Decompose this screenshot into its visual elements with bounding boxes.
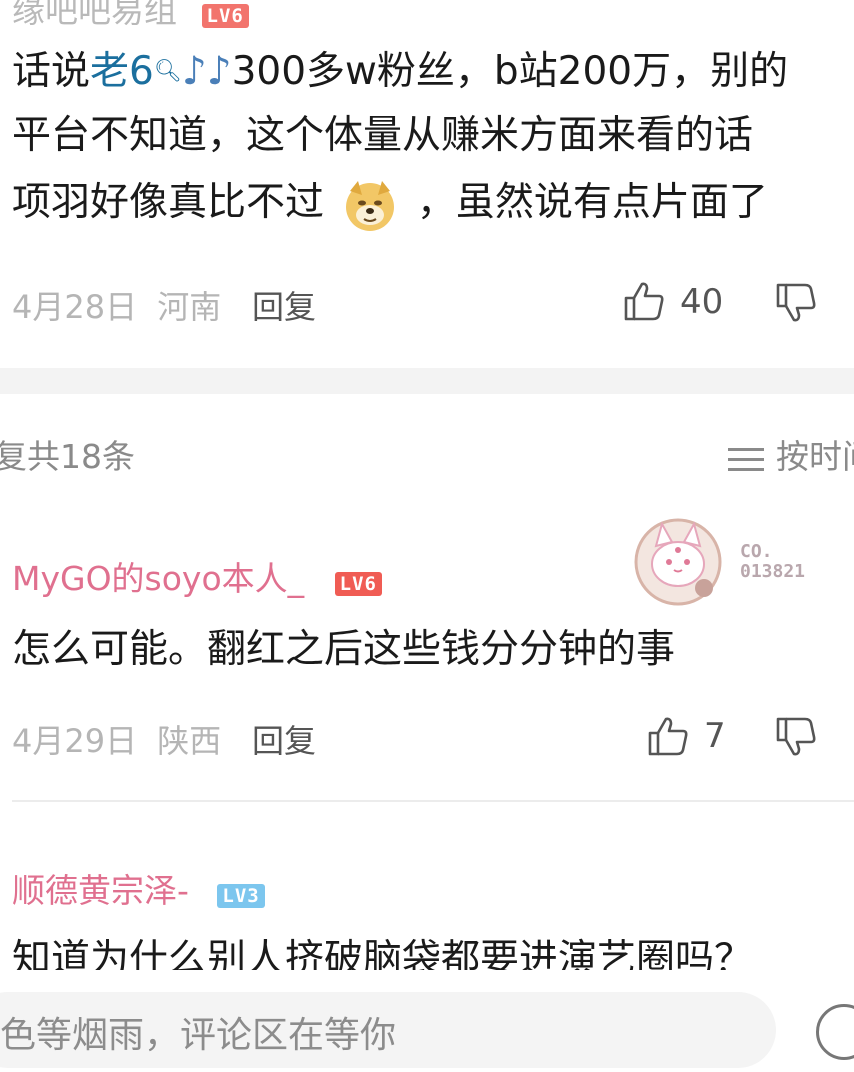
like-icon[interactable] (646, 715, 690, 757)
avatar-frame-icon (634, 518, 722, 606)
level-badge: LV6 (334, 572, 382, 596)
search-icon[interactable]: 🔍︎ (154, 59, 182, 84)
comment-input[interactable]: 色等烟雨，评论区在等你 (0, 992, 776, 1068)
comment-date: 4月28日 (12, 288, 138, 326)
fan-badge[interactable]: CO. 013821 (632, 516, 805, 612)
top-comment-username[interactable]: 缘吧吧易组 LV6 (12, 0, 249, 32)
replies-count: 复共18条 (0, 437, 135, 476)
like-count: 7 (704, 716, 726, 756)
like-icon[interactable] (622, 280, 666, 322)
comment-line-2: 平台不知道，这个体量从赚米方面来看的话 (12, 113, 754, 158)
level-badge: LV3 (217, 884, 265, 908)
music-note-icon: ♪♪ (181, 49, 232, 94)
reply-separator (12, 800, 854, 802)
comment-location: 河南 (157, 288, 222, 326)
section-divider (0, 368, 854, 394)
level-badge: LV6 (201, 4, 249, 28)
sort-lines-icon (728, 444, 766, 474)
sort-toggle[interactable]: 按时间 (728, 430, 854, 478)
comment-line-1: 话说老6🔍︎♪♪300多w粉丝，b站200万，别的 (12, 49, 789, 94)
reply-text: 怎么可能。翻红之后这些钱分分钟的事 (12, 627, 676, 672)
reply-meta: 4月29日 陕西 (12, 716, 221, 762)
comment-line-3: 项羽好像真比不过 ，虽然说有点片面了 (12, 173, 788, 233)
top-comment-meta: 4月28日 河南 (12, 282, 221, 328)
emoji-icon[interactable] (816, 1004, 854, 1060)
reply-button[interactable]: 回复 (252, 716, 316, 762)
comment-input-bar: 色等烟雨，评论区在等你 (0, 970, 854, 1072)
badge-label: CO. 013821 (740, 541, 806, 582)
top-comment-text: 话说老6🔍︎♪♪300多w粉丝，b站200万，别的 平台不知道，这个体量从赚米方… (12, 42, 788, 233)
comment-date: 4月29日 (12, 722, 138, 760)
doge-emoji-icon (342, 177, 398, 233)
comment-location: 陕西 (157, 722, 222, 760)
like-count: 40 (680, 282, 724, 322)
reply-button[interactable]: 回复 (252, 282, 316, 328)
dislike-icon[interactable] (774, 282, 818, 324)
comment-input-placeholder: 色等烟雨，评论区在等你 (0, 1015, 397, 1056)
reply-username[interactable]: 顺德黄宗泽- LV3 (12, 864, 265, 912)
mention-link[interactable]: 老6 (90, 49, 154, 94)
reply-username[interactable]: MyGO的soyo本人_ LV6 (12, 552, 382, 600)
dislike-icon[interactable] (774, 716, 818, 758)
